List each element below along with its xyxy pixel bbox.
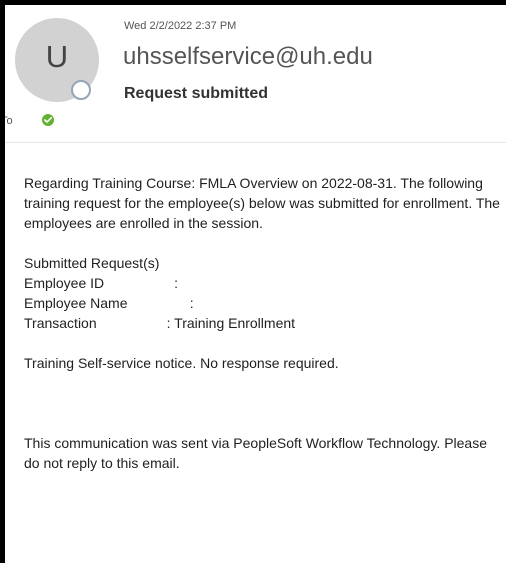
sent-date: Wed 2/2/2022 2:37 PM <box>124 20 237 32</box>
to-label: To <box>5 115 13 127</box>
email-header: U Wed 2/2/2022 2:37 PM uhsselfservice@uh… <box>5 5 506 142</box>
header-divider <box>5 142 506 143</box>
intro-paragraph: Regarding Training Course: FMLA Overview… <box>24 175 500 231</box>
email-subject: Request submitted <box>124 85 269 102</box>
check-icon[interactable] <box>42 114 54 126</box>
submitted-requests-heading: Submitted Request(s) <box>24 255 160 271</box>
sender-address[interactable]: uhsselfservice@uh.edu <box>123 43 373 71</box>
notice-paragraph: Training Self-service notice. No respons… <box>24 355 339 371</box>
transaction-line: Transaction : Training Enrollment <box>24 315 296 331</box>
email-reading-pane: U Wed 2/2/2022 2:37 PM uhsselfservice@uh… <box>5 5 506 563</box>
employee-name-line: Employee Name : <box>24 295 194 311</box>
email-body: Regarding Training Course: FMLA Overview… <box>24 173 502 473</box>
employee-id-line: Employee ID : <box>24 275 179 291</box>
footer-paragraph: This communication was sent via PeopleSo… <box>24 435 488 471</box>
presence-status-icon <box>71 80 91 100</box>
avatar-initial: U <box>45 39 69 74</box>
